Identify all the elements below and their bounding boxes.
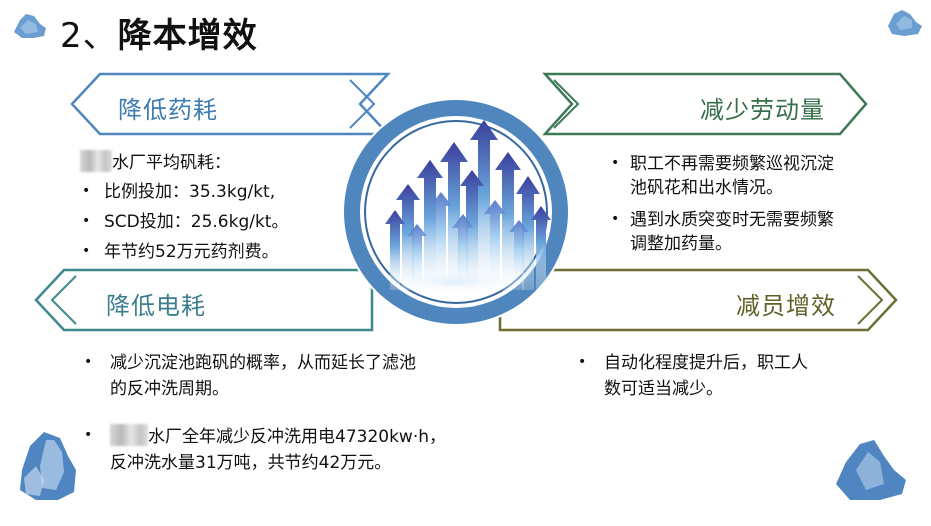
chemicals-item-1: 比例投加：35.3kg/kt, [104,182,276,202]
power-item-2-line-1-text: 水厂全年减少反冲洗用电47320kw·h， [148,427,447,447]
bullet-dot: • [82,213,91,229]
chemicals-intro: 水厂平均矾耗： [80,150,231,176]
labor-item-1-line-2: 池矾花和出水情况。 [630,178,783,198]
title-text: 降本增效 [117,16,258,56]
bullet-dot: • [611,211,620,227]
chemicals-intro-text: 水厂平均矾耗： [112,153,231,173]
power-item-1-line-2: 的反冲洗周期。 [110,379,229,399]
staff-item-1-line-1: 自动化程度提升后，职工人 [604,353,808,373]
heading-reduce-staff: 减员增效 [736,292,836,320]
cloud-bottom-right-icon [836,440,906,500]
bullet-dot: • [611,155,620,171]
bullet-dot: • [578,354,587,370]
cloud-top-right-icon [888,10,922,36]
heading-reduce-power: 降低电耗 [106,292,206,320]
cloud-bottom-left-icon [20,432,76,500]
cloud-top-left-icon [14,14,46,38]
power-item-2-line-1: 水厂全年减少反冲洗用电47320kw·h， [110,424,446,450]
chemicals-item-3: 年节约52万元药剂费。 [104,242,279,262]
page-title: 2、降本增效 [60,8,258,57]
power-item-2-line-2: 反冲洗水量31万吨，共节约42万元。 [110,453,392,473]
slide: 2、降本增效 降低药耗 减少劳动量 降低电耗 减员增效 水厂平均矾耗： • 比例… [0,0,931,526]
title-number: 2、 [60,16,118,56]
banner-reduce-staff [498,268,898,332]
bullet-dot: • [84,354,93,370]
labor-item-1-line-1: 职工不再需要频繁巡视沉淀 [630,154,834,174]
heading-reduce-chemicals: 降低药耗 [118,96,218,124]
bullet-dot: • [82,243,91,259]
chemicals-item-2: SCD投加：25.6kg/kt。 [104,212,289,232]
bullet-dot: • [82,183,91,199]
staff-item-1-line-2: 数可适当减少。 [604,379,723,399]
power-item-1-line-1: 减少沉淀池跑矾的概率，从而延长了滤池 [110,353,416,373]
bullet-dot: • [84,427,93,443]
heading-reduce-labor: 减少劳动量 [700,96,825,124]
labor-item-2-line-1: 遇到水质突变时无需要频繁 [630,210,834,230]
redacted-plant-name [110,424,148,446]
labor-item-2-line-2: 调整加药量。 [630,234,732,254]
redacted-plant-name [80,150,112,172]
